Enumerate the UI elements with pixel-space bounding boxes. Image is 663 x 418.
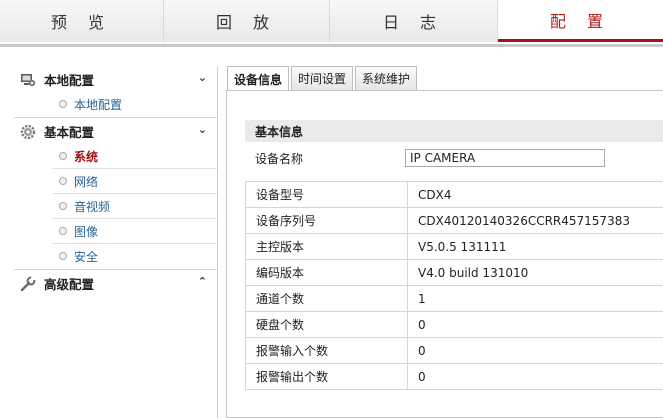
row-key: 编码版本 <box>245 259 408 286</box>
sidebar-item-label: 本地配置 <box>74 98 123 112</box>
sidebar-item-system[interactable]: 系统 <box>52 144 217 169</box>
row-value: V5.0.5 131111 <box>407 233 663 260</box>
chevron-down-icon[interactable]: ⌄ <box>198 71 207 84</box>
section-title: 基本信息 <box>245 120 663 142</box>
table-row: 设备序列号 CDX40120140326CCRR457157383 <box>245 207 663 234</box>
table-row: 主控版本 V5.0.5 131111 <box>245 233 663 260</box>
nav-tab-log[interactable]: 日 志 <box>330 0 498 42</box>
header-divider <box>0 44 663 47</box>
sidebar-group-label: 本地配置 <box>44 72 95 88</box>
chevron-down-icon[interactable]: ⌄ <box>198 123 207 136</box>
table-row: 设备型号 CDX4 <box>245 181 663 208</box>
nav-tab-config[interactable]: 配 置 <box>498 0 663 42</box>
table-row: 编码版本 V4.0 build 131010 <box>245 259 663 286</box>
table-row: 硬盘个数 0 <box>245 311 663 338</box>
nav-tab-playback[interactable]: 回 放 <box>164 0 330 42</box>
sidebar-group-local-config[interactable]: 本地配置 ⌄ <box>0 66 217 92</box>
tab-device-info[interactable]: 设备信息 <box>227 66 290 91</box>
device-info-table: 设备型号 CDX4 设备序列号 CDX40120140326CCRR45715738… <box>245 181 663 390</box>
bullet-icon <box>59 177 67 185</box>
device-name-input[interactable] <box>405 149 605 167</box>
nav-tab-preview[interactable]: 预 览 <box>0 0 164 42</box>
table-row: 通道个数 1 <box>245 285 663 312</box>
row-key: 报警输入个数 <box>245 337 408 364</box>
bullet-icon <box>59 252 67 260</box>
bullet-icon <box>59 152 67 160</box>
row-value: CDX4 <box>407 181 663 208</box>
chevron-up-icon[interactable]: ⌃ <box>198 275 207 288</box>
row-value: V4.0 build 131010 <box>407 259 663 286</box>
device-name-label: 设备名称 <box>255 151 304 166</box>
sidebar-group-label: 高级配置 <box>44 276 95 292</box>
sidebar-item-network[interactable]: 网络 <box>52 169 217 194</box>
gear-icon <box>20 124 36 140</box>
sidebar-item-security[interactable]: 安全 <box>52 244 217 269</box>
monitor-gear-icon <box>21 74 36 87</box>
row-value: CDX40120140326CCRR457157383 <box>407 207 663 234</box>
sidebar-item-image[interactable]: 图像 <box>52 219 217 244</box>
table-row: 报警输出个数 0 <box>245 363 663 390</box>
wrench-icon <box>20 276 36 292</box>
sidebar-item-label: 音视频 <box>74 199 111 214</box>
tab-time-settings[interactable]: 时间设置 <box>291 66 354 90</box>
sidebar-item-audio-video[interactable]: 音视频 <box>52 194 217 219</box>
row-key: 通道个数 <box>245 285 408 312</box>
row-value: 0 <box>407 311 663 338</box>
sidebar-group-basic-config[interactable]: 基本配置 ⌄ <box>0 118 217 144</box>
bullet-icon <box>59 100 67 108</box>
row-key: 主控版本 <box>245 233 408 260</box>
sidebar: 本地配置 ⌄ 本地配置 基本配置 ⌄ 系统 网络 音视频 图像 安全 高级配置 … <box>0 66 218 418</box>
row-value: 1 <box>407 285 663 312</box>
tab-system-maintenance[interactable]: 系统维护 <box>355 66 418 90</box>
sidebar-item-local-config[interactable]: 本地配置 <box>52 92 217 117</box>
sidebar-item-label: 网络 <box>74 174 99 189</box>
sidebar-item-label: 安全 <box>74 250 99 264</box>
row-key: 报警输出个数 <box>245 363 408 390</box>
bullet-icon <box>59 227 67 235</box>
row-key: 硬盘个数 <box>245 311 408 338</box>
content-tabs: 设备信息 时间设置 系统维护 <box>227 66 419 91</box>
sidebar-group-label: 基本配置 <box>44 124 95 140</box>
sidebar-item-label: 图像 <box>74 224 99 239</box>
row-key: 设备型号 <box>245 181 408 208</box>
top-navigation: 预 览 回 放 日 志 配 置 <box>0 0 663 42</box>
table-row: 报警输入个数 0 <box>245 337 663 364</box>
row-key: 设备序列号 <box>245 207 408 234</box>
row-value: 0 <box>407 337 663 364</box>
sidebar-item-label: 系统 <box>74 149 99 164</box>
row-value: 0 <box>407 363 663 390</box>
bullet-icon <box>59 202 67 210</box>
device-name-row: 设备名称 <box>245 146 663 170</box>
sidebar-group-advanced-config[interactable]: 高级配置 ⌃ <box>0 270 217 296</box>
